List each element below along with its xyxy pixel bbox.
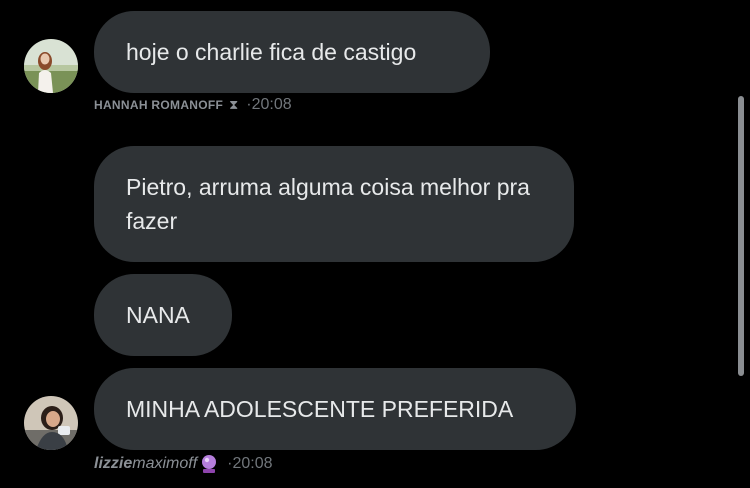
message-text: Pietro, arruma alguma coisa melhor pra f… bbox=[126, 174, 530, 234]
scrollbar[interactable] bbox=[738, 96, 744, 376]
sender-name-rest: maximoff bbox=[132, 455, 198, 472]
sender-name[interactable]: HANNAH ROMANOFF bbox=[94, 98, 223, 112]
message-bubble[interactable]: hoje o charlie fica de castigo bbox=[94, 11, 490, 93]
sender-name[interactable]: lizziemaximoff bbox=[94, 455, 197, 473]
message-meta: lizziemaximoff · 20:08 bbox=[94, 454, 273, 474]
message-meta: HANNAH ROMANOFF ⧗ · 20:08 bbox=[94, 96, 292, 114]
timestamp: 20:08 bbox=[251, 96, 292, 113]
message-bubble[interactable]: NANA bbox=[94, 274, 232, 356]
sender-avatar-hannah[interactable] bbox=[24, 39, 78, 93]
message-bubble[interactable]: Pietro, arruma alguma coisa melhor pra f… bbox=[94, 146, 574, 262]
crystal-ball-icon bbox=[199, 454, 219, 474]
message-text: NANA bbox=[126, 302, 190, 328]
message-text: hoje o charlie fica de castigo bbox=[126, 39, 417, 65]
sender-name-bold: lizzie bbox=[94, 455, 133, 472]
message-bubble[interactable]: MINHA ADOLESCENTE PREFERIDA bbox=[94, 368, 576, 450]
message-text: MINHA ADOLESCENTE PREFERIDA bbox=[126, 396, 514, 422]
hourglass-icon: ⧗ bbox=[229, 97, 239, 112]
sender-avatar-lizzie[interactable] bbox=[24, 396, 78, 450]
timestamp: 20:08 bbox=[232, 455, 273, 472]
